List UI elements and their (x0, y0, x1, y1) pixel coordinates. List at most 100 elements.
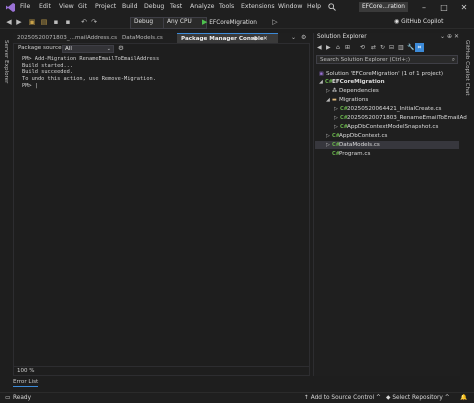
tree-file-appdbcontext[interactable]: ▷ C#AppDbContext.cs (326, 132, 387, 140)
back-icon[interactable]: ◀ (4, 17, 14, 27)
tree-file-datamodels[interactable]: ▷ C#DataModels.cs (315, 141, 459, 149)
csharp-file-icon: C# (340, 115, 348, 121)
menu-analyze[interactable]: Analyze (190, 3, 214, 10)
tree-solution[interactable]: ▣ Solution 'EFCoreMigration' (1 of 1 proj… (319, 70, 443, 78)
forward-icon[interactable]: ▶ (326, 44, 331, 51)
search-icon: ⌕ (451, 57, 455, 63)
tree-project[interactable]: ◢ C#EFCoreMigration (319, 78, 385, 86)
package-source-value: All (65, 46, 72, 52)
chevron-down-icon: ⌄ (106, 46, 111, 52)
save-all-icon[interactable]: ▪ (63, 17, 73, 27)
chevron-up-icon: ^ (375, 395, 381, 401)
menu-view[interactable]: View (59, 3, 74, 10)
run-without-debugging-icon[interactable]: ▷ (270, 17, 280, 27)
repository-label: Select Repository (392, 395, 443, 401)
console-output[interactable]: PM> Add-Migration RenameEmailToEmailAddr… (22, 56, 159, 90)
menu-help[interactable]: Help (307, 3, 321, 10)
show-all-files-icon[interactable]: ▥ (398, 44, 404, 51)
maximize-icon[interactable]: □ (434, 0, 454, 15)
arrow-up-icon: ↑ (304, 395, 309, 401)
tree-file-snapshot[interactable]: ▷ C#AppDbContextModelSnapshot.cs (334, 123, 438, 131)
server-explorer-tab[interactable]: Server Explorer (3, 40, 9, 83)
back-icon[interactable]: ◀ (317, 44, 322, 51)
csharp-file-icon: C# (332, 133, 340, 139)
undo-icon[interactable]: ↶ (79, 17, 89, 27)
tree-label: Solution 'EFCoreMigration' (1 of 1 proje… (326, 71, 444, 77)
package-manager-console: Package source: All ⌄ ⚙ PM> Add-Migratio… (13, 43, 310, 376)
csharp-file-icon: C# (332, 151, 340, 157)
menu-tools[interactable]: Tools (219, 3, 234, 10)
tree-file-program[interactable]: C#Program.cs (332, 150, 370, 158)
save-icon[interactable]: ▪ (51, 17, 61, 27)
solution-explorer-title: Solution Explorer (317, 34, 367, 40)
properties-icon[interactable]: 🔧 (407, 44, 414, 51)
dependencies-icon: ⁂ (332, 88, 338, 94)
platform-select[interactable]: Any CPU (163, 17, 207, 29)
menu-edit[interactable]: Edit (39, 3, 51, 10)
close-icon[interactable]: ✕ (454, 0, 474, 15)
configuration-value: Debug (134, 19, 154, 25)
search-icon[interactable] (328, 3, 336, 11)
menu-extensions[interactable]: Extensions (241, 3, 275, 10)
new-project-icon[interactable]: ▣ (27, 17, 37, 27)
source-control-label: Add to Source Control (310, 395, 375, 401)
zoom-level[interactable]: 100 % (17, 368, 34, 374)
copilot-icon: ◉ (394, 18, 400, 25)
run-button[interactable]: ▶ EFCoreMigration (202, 17, 257, 27)
package-source-label: Package source: (18, 45, 64, 51)
preview-icon[interactable]: ⌗ (415, 43, 424, 52)
vs-logo-icon (5, 2, 16, 13)
home-icon[interactable]: ⌂ (336, 44, 340, 51)
project-icon: C# (325, 79, 333, 85)
menu-test[interactable]: Test (170, 3, 182, 10)
tree-migrations-folder[interactable]: ◢ ▬ Migrations (326, 96, 368, 104)
sync-icon[interactable]: ⇄ (371, 44, 376, 51)
tab-label: DataModels.cs (122, 35, 163, 41)
tab-migration-file[interactable]: 20250520071803_...mailAddress.cs (13, 33, 120, 43)
switch-views-icon[interactable]: ⊞ (345, 44, 350, 51)
tree-dependencies[interactable]: ▷ ⁂ Dependencies (326, 87, 379, 95)
window-title: EFCore...ration (359, 2, 408, 12)
refresh-icon[interactable]: ↻ (380, 44, 385, 51)
open-folder-icon[interactable]: ▤ (39, 17, 49, 27)
csharp-file-icon: C# (340, 106, 348, 112)
settings-icon[interactable]: ⚙ (118, 44, 124, 52)
csharp-file-icon: C# (332, 142, 340, 148)
menu-project[interactable]: Project (95, 3, 116, 10)
panel-dropdown-icon[interactable]: ⌄ (440, 33, 445, 40)
menu-git[interactable]: Git (78, 3, 87, 10)
run-target-label: EFCoreMigration (209, 20, 257, 26)
minimize-icon[interactable]: – (414, 0, 434, 15)
tree-label: 20250520071803_RenameEmailToEmailAd (347, 115, 467, 121)
tab-settings-icon[interactable]: ⚙ (301, 33, 306, 43)
forward-icon[interactable]: ▶ (14, 17, 24, 27)
error-list-tab[interactable]: Error List (13, 378, 39, 387)
tree-label: EFCoreMigration (332, 79, 385, 85)
tab-datamodels[interactable]: DataModels.cs (118, 33, 179, 43)
github-copilot-button[interactable]: ◉ GitHub Copilot (394, 17, 443, 27)
tab-list-dropdown-icon[interactable]: ⌄ (291, 33, 296, 43)
solution-explorer: Solution Explorer ⌄ ⊕ ✕ ◀ ▶ ⌂ ⊞ ⟲ ⇄ ↻ ⊟ … (313, 33, 467, 376)
solution-search-input[interactable]: Search Solution Explorer (Ctrl+;) ⌕ (316, 55, 458, 64)
menu-debug[interactable]: Debug (144, 3, 164, 10)
play-icon: ▶ (202, 18, 208, 26)
tab-label: Package Manager Console (181, 36, 264, 42)
menu-window[interactable]: Window (278, 3, 302, 10)
status-bar: ▭ Ready ↑ Add to Source Control ^ ◆ Sele… (0, 392, 474, 402)
csharp-file-icon: C# (340, 124, 348, 130)
tree-file-initialcreate[interactable]: ▷ C#20250520064421_InitialCreate.cs (334, 105, 441, 113)
package-source-select[interactable]: All ⌄ (62, 45, 114, 53)
menu-file[interactable]: File (20, 3, 30, 10)
close-panel-icon[interactable]: ✕ (454, 33, 459, 40)
solution-explorer-toolbar: ◀ ▶ ⌂ ⊞ ⟲ ⇄ ↻ ⊟ ▥ 🔧 ⌗ (314, 43, 460, 54)
collapse-all-icon[interactable]: ⊟ (389, 44, 394, 51)
copilot-chat-tab[interactable]: GitHub Copilot Chat (464, 40, 470, 96)
tree-label: 20250520064421_InitialCreate.cs (347, 106, 442, 112)
pin-icon[interactable]: ⊕ (447, 33, 452, 40)
tree-file-rename-migration[interactable]: ▷ C#20250520071803_RenameEmailToEmailAd (334, 114, 467, 122)
platform-value: Any CPU (167, 19, 192, 25)
redo-icon[interactable]: ↷ (89, 17, 99, 27)
history-icon[interactable]: ⟲ (360, 44, 365, 51)
repository-icon: ◆ (386, 395, 391, 401)
menu-build[interactable]: Build (122, 3, 138, 10)
